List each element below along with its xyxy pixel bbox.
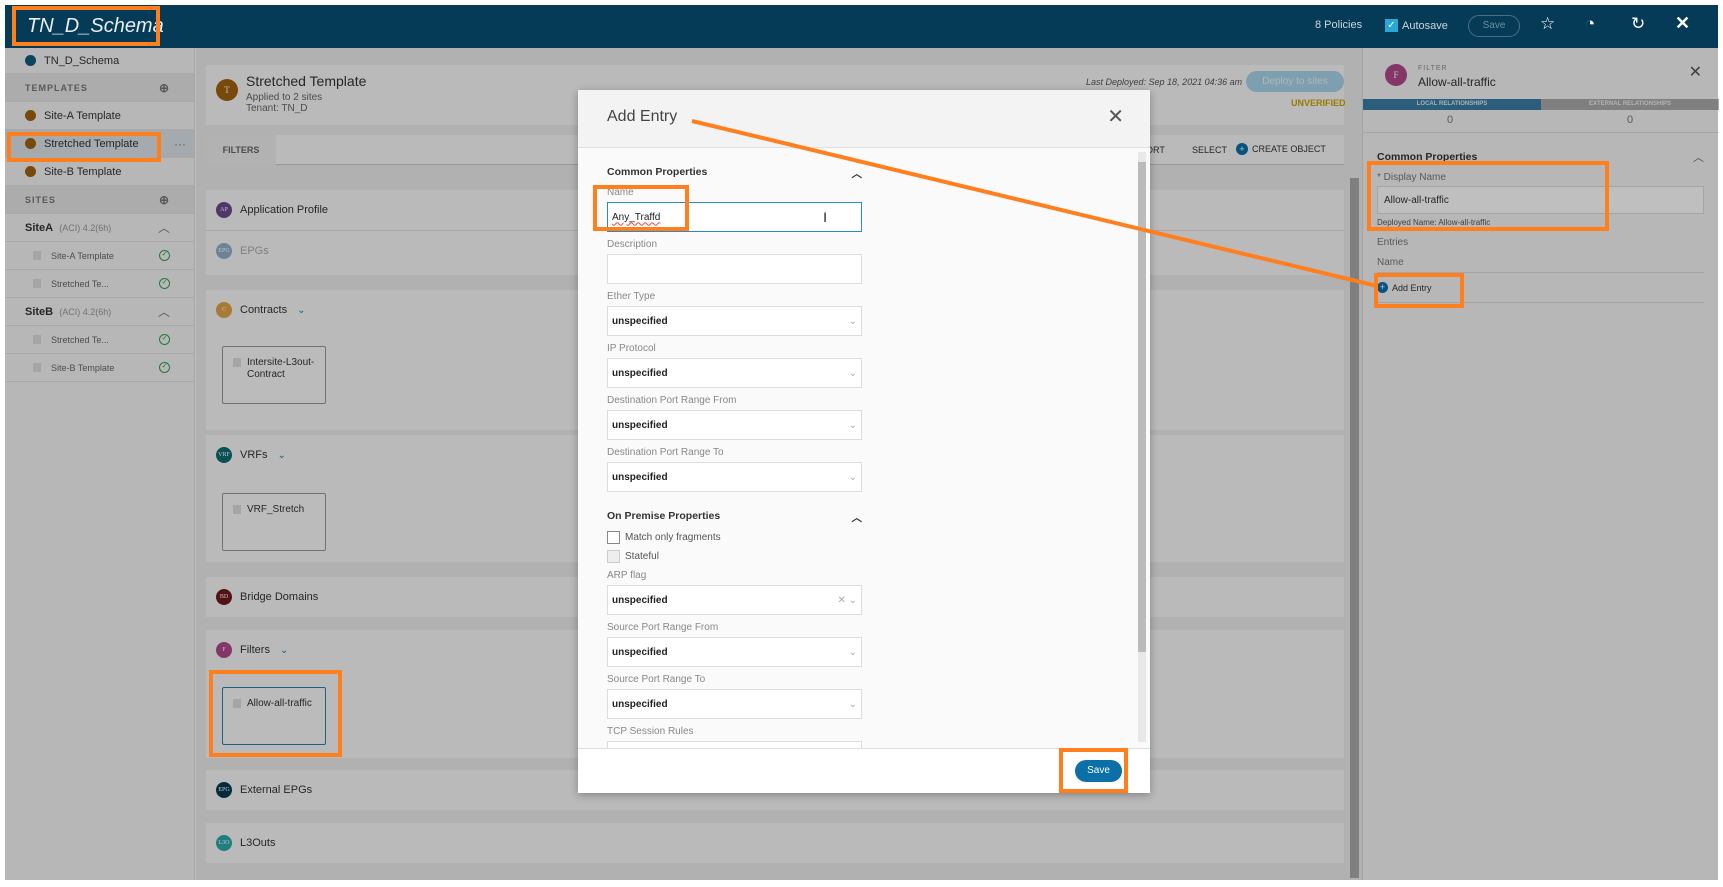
annotation-arrow [691,119,1378,288]
